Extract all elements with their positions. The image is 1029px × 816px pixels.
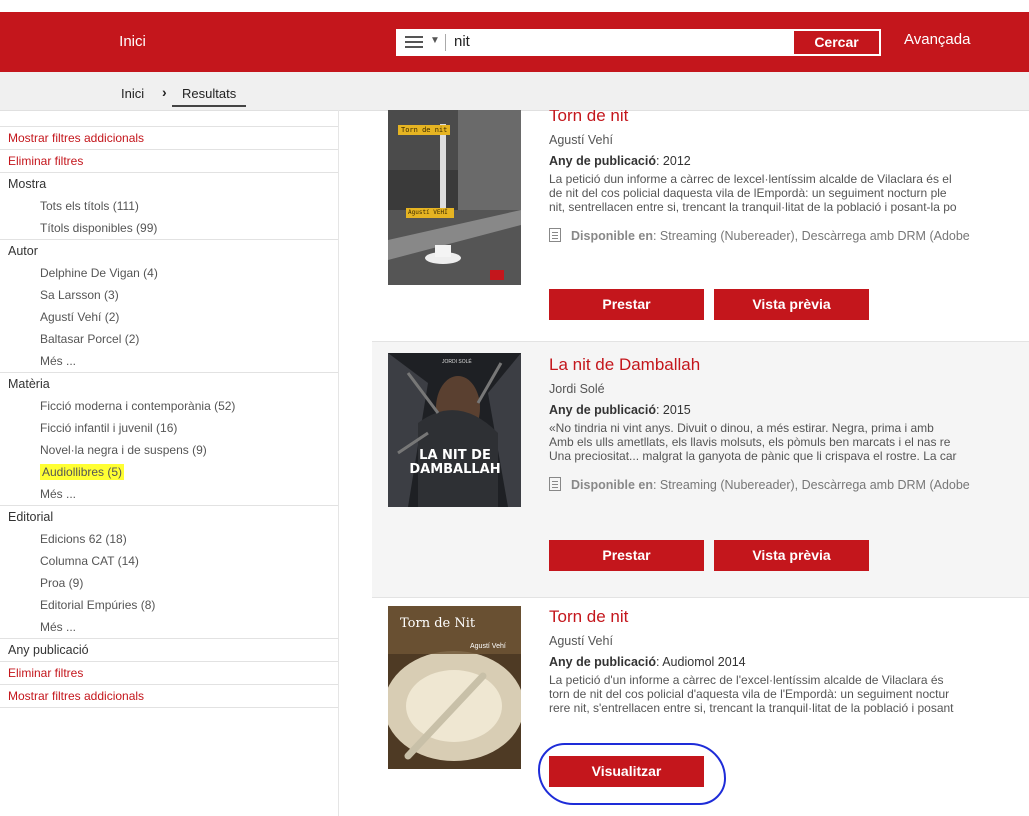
filter-item[interactable]: Títols disponibles (99) xyxy=(0,217,338,239)
show-filters-link[interactable]: Mostrar filtres addicionals xyxy=(0,684,338,708)
description-line: «No tindria ni vint anys. Divuit o dinou… xyxy=(549,421,934,435)
result-info: La nit de Damballah Jordi Solé Any de pu… xyxy=(549,355,1029,492)
book-title[interactable]: Torn de nit xyxy=(549,110,1029,126)
preview-button[interactable]: Vista prèvia xyxy=(714,540,869,571)
book-cover[interactable]: Torn de nit Agustí VEHÍ xyxy=(388,110,521,285)
availability-label: Disponible en xyxy=(571,478,653,492)
more-link[interactable]: Més ... xyxy=(0,616,338,638)
filter-item[interactable]: Delphine De Vigan (4) xyxy=(0,262,338,284)
borrow-button[interactable]: Prestar xyxy=(549,540,704,571)
publication-year-value: : 2012 xyxy=(655,154,691,168)
search-button[interactable]: Cercar xyxy=(793,30,880,55)
filter-item[interactable]: Tots els títols (111) xyxy=(0,195,338,217)
publication-year-value: : 2015 xyxy=(655,403,691,417)
search-input[interactable]: nit xyxy=(454,33,470,50)
document-icon xyxy=(549,477,561,491)
publication-year: Any de publicació: 2015 xyxy=(549,403,1029,417)
chevron-right-icon: › xyxy=(162,84,167,100)
publication-year: Any de publicació: Audiomol 2014 xyxy=(549,655,1029,669)
publication-year-label: Any de publicació xyxy=(549,403,656,417)
publication-year-value: : Audiomol 2014 xyxy=(655,655,746,669)
result-card: Torn de Nit Agustí Vehí Torn de nit Agus… xyxy=(372,597,1029,816)
filter-item-audiobooks[interactable]: Audiollibres (5) xyxy=(0,461,338,483)
preview-button[interactable]: Vista prèvia xyxy=(714,289,869,320)
cover-title: Torn de Nit xyxy=(400,616,476,631)
show-filters-link[interactable]: Mostrar filtres addicionals xyxy=(0,126,338,149)
filter-item[interactable]: Sa Larsson (3) xyxy=(0,284,338,306)
filter-item[interactable]: Edicions 62 (18) xyxy=(0,528,338,550)
book-title[interactable]: La nit de Damballah xyxy=(549,355,1029,375)
description-line: de nit del cos policial daquesta vila de… xyxy=(549,186,947,200)
filter-item[interactable]: Editorial Empúries (8) xyxy=(0,594,338,616)
results-list: Torn de nit Agustí VEHÍ Torn de nit Agus… xyxy=(372,110,1029,816)
book-cover[interactable]: JORDI SOLÉ LA NIT DE DAMBALLAH xyxy=(388,353,521,507)
description-line: rere nit, s'entrellacen entre si, trenca… xyxy=(549,701,954,715)
filter-heading-author: Autor xyxy=(0,239,338,262)
filter-heading-publisher: Editorial xyxy=(0,505,338,528)
description-line: La petició d'un informe a càrrec de l'ex… xyxy=(549,673,944,687)
filter-heading-subject: Matèria xyxy=(0,372,338,395)
description-line: torn de nit del cos policial d'aquesta v… xyxy=(549,687,950,701)
breadcrumb: Inici › Resultats xyxy=(0,72,1029,111)
more-link[interactable]: Més ... xyxy=(0,350,338,372)
cover-title: LA NIT DE DAMBALLAH xyxy=(409,448,501,477)
breadcrumb-current: Resultats xyxy=(172,86,247,107)
result-info: Torn de nit Agustí Vehí Any de publicaci… xyxy=(549,607,1029,715)
clear-filters-link[interactable]: Eliminar filtres xyxy=(0,661,338,684)
cover-title: Torn de nit xyxy=(401,126,448,134)
filter-item[interactable]: Baltasar Porcel (2) xyxy=(0,328,338,350)
cover-author: JORDI SOLÉ xyxy=(442,359,472,365)
book-cover[interactable]: Torn de Nit Agustí Vehí xyxy=(388,606,521,769)
top-bar: Inici ▼ nit Cercar Avançada xyxy=(0,12,1029,72)
advanced-search-link[interactable]: Avançada xyxy=(904,31,970,48)
sidebar-divider xyxy=(338,110,339,816)
availability-value: : Streaming (Nubereader), Descàrrega amb… xyxy=(652,478,970,492)
publication-year-label: Any de publicació xyxy=(549,655,656,669)
filter-item[interactable]: Novel·la negra i de suspens (9) xyxy=(0,439,338,461)
breadcrumb-home[interactable]: Inici xyxy=(121,86,144,101)
annotation-circle xyxy=(538,743,726,805)
filters-sidebar: Mostrar filtres addicionals Eliminar fil… xyxy=(0,126,338,708)
chevron-down-icon[interactable]: ▼ xyxy=(430,35,440,46)
clear-filters-link[interactable]: Eliminar filtres xyxy=(0,149,338,172)
filter-heading-year[interactable]: Any publicació xyxy=(0,638,338,661)
description-line: La petició dun informe a càrrec de lexce… xyxy=(549,172,952,186)
book-author[interactable]: Agustí Vehí xyxy=(549,133,1029,147)
result-card: JORDI SOLÉ LA NIT DE DAMBALLAH La nit de… xyxy=(372,341,1029,598)
availability: Disponible en: Streaming (Nubereader), D… xyxy=(549,228,1029,243)
document-icon xyxy=(549,228,561,242)
publication-year: Any de publicació: 2012 xyxy=(549,154,1029,168)
result-info: Torn de nit Agustí Vehí Any de publicaci… xyxy=(549,110,1029,243)
cover-author: Agustí Vehí xyxy=(470,643,506,650)
menu-icon[interactable] xyxy=(405,34,423,50)
book-description: «No tindria ni vint anys. Divuit o dinou… xyxy=(549,421,1029,463)
book-description: La petició d'un informe a càrrec de l'ex… xyxy=(549,673,1029,715)
more-link[interactable]: Més ... xyxy=(0,483,338,505)
filter-item[interactable]: Ficció infantil i juvenil (16) xyxy=(0,417,338,439)
filter-item[interactable]: Agustí Vehí (2) xyxy=(0,306,338,328)
description-line: nit, sentrellacen entre si, trencant la … xyxy=(549,200,957,214)
filter-item-label: Audiollibres (5) xyxy=(40,464,125,480)
book-author[interactable]: Jordi Solé xyxy=(549,382,1029,396)
availability-value: : Streaming (Nubereader), Descàrrega amb… xyxy=(652,229,970,243)
cover-author: Agustí VEHÍ xyxy=(408,209,448,216)
description-line: Una preciositat... malgrat la ganyota de… xyxy=(549,449,957,463)
search-box[interactable]: ▼ nit Cercar xyxy=(396,29,881,56)
availability-label: Disponible en xyxy=(571,229,653,243)
result-card: Torn de nit Agustí VEHÍ Torn de nit Agus… xyxy=(372,110,1029,338)
home-link[interactable]: Inici xyxy=(0,12,265,72)
filter-item[interactable]: Columna CAT (14) xyxy=(0,550,338,572)
filter-item[interactable]: Proa (9) xyxy=(0,572,338,594)
availability: Disponible en: Streaming (Nubereader), D… xyxy=(549,477,1029,492)
publication-year-label: Any de publicació xyxy=(549,154,656,168)
search-divider xyxy=(445,34,446,51)
book-description: La petició dun informe a càrrec de lexce… xyxy=(549,172,1029,214)
book-title[interactable]: Torn de nit xyxy=(549,607,1029,627)
borrow-button[interactable]: Prestar xyxy=(549,289,704,320)
filter-item[interactable]: Ficció moderna i contemporània (52) xyxy=(0,395,338,417)
book-author[interactable]: Agustí Vehí xyxy=(549,634,1029,648)
filter-heading-show: Mostra xyxy=(0,172,338,195)
description-line: Amb els ulls ametllats, els llavis molsu… xyxy=(549,435,951,449)
